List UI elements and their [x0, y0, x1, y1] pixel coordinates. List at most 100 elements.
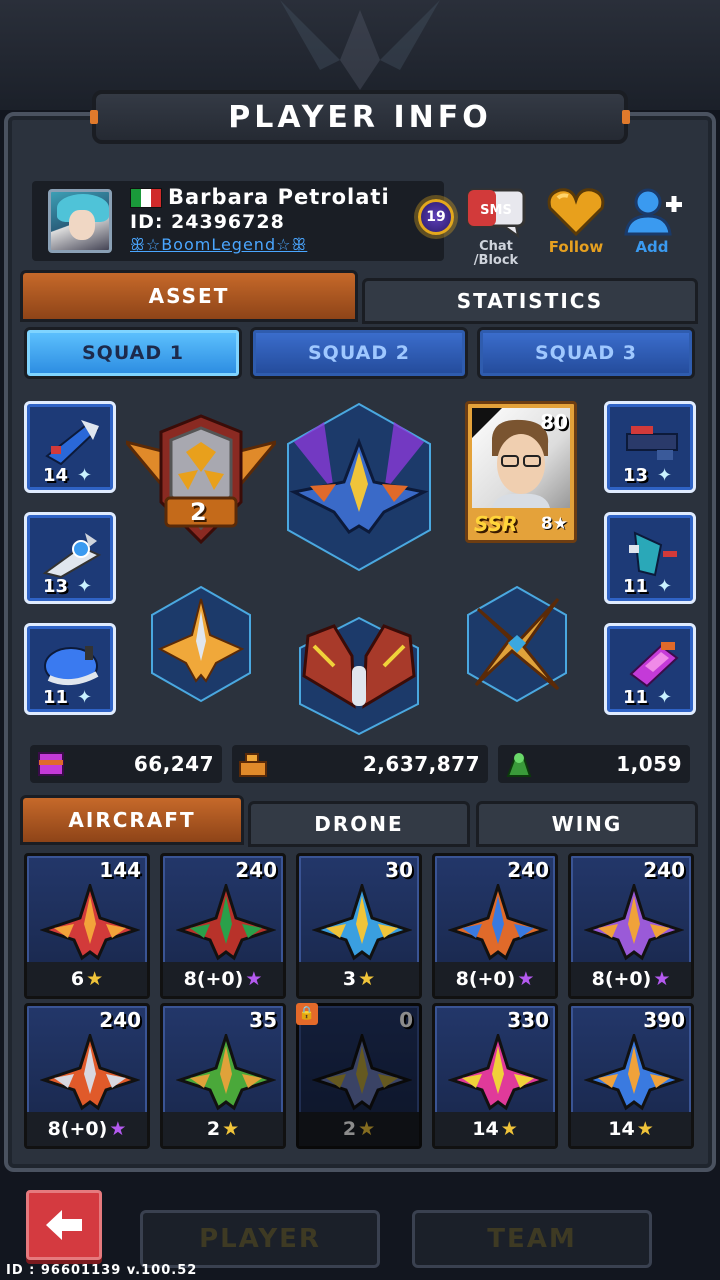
follow-button[interactable]: Follow: [536, 186, 616, 272]
tab-statistics-label: STATISTICS: [456, 289, 604, 313]
tab-team[interactable]: TEAM: [412, 1210, 652, 1268]
aircraft-rank: 8(+0) ★: [163, 962, 283, 996]
slot-level: 11: [623, 687, 649, 708]
star-icon: ★: [500, 1118, 518, 1140]
plasma-blaster-icon: [42, 533, 102, 579]
chat-block-label: Chat /Block: [473, 239, 519, 268]
right-weapon-slot[interactable]: 11 ✦: [604, 623, 696, 715]
tab-drone-label: DRONE: [314, 812, 404, 836]
aircraft-card[interactable]: 240 8(+0) ★: [568, 853, 694, 999]
back-button[interactable]: [26, 1190, 102, 1260]
aircraft-rank: 8(+0) ★: [571, 962, 691, 996]
aircraft-stars: 2: [342, 1118, 357, 1140]
tab-wing[interactable]: WING: [476, 801, 698, 847]
tab-team-label: TEAM: [487, 1224, 577, 1254]
aircraft-stars: 14: [608, 1118, 635, 1140]
left-weapon-slot[interactable]: 14 ✦: [24, 401, 116, 493]
player-id: ID: 24396728: [130, 211, 285, 233]
aircraft-level: 330: [507, 1008, 549, 1032]
rank-badge[interactable]: 2: [126, 412, 276, 552]
aircraft-level: 390: [643, 1008, 685, 1032]
aircraft-card[interactable]: 390 14 ★: [568, 1003, 694, 1149]
right-weapon-slot[interactable]: 11 ✦: [604, 512, 696, 604]
green-part-icon: [506, 753, 532, 777]
squad-2-button[interactable]: SQUAD 2: [250, 327, 468, 379]
main-aircraft-icon: [287, 402, 431, 572]
player-title-link[interactable]: ꕥ☆BoomLegend☆ꕥ: [130, 235, 307, 255]
wing-slot[interactable]: [466, 585, 568, 703]
drone-icon: [299, 616, 419, 736]
aircraft-rank: 8(+0) ★: [435, 962, 555, 996]
missile-launcher-icon: [45, 420, 99, 466]
aircraft-icon: [176, 884, 276, 961]
tab-aircraft-label: AIRCRAFT: [68, 808, 196, 832]
rank-value: 2: [190, 498, 207, 526]
wingman-left-slot[interactable]: [150, 585, 252, 703]
add-friend-button[interactable]: Add: [612, 186, 692, 272]
aircraft-card[interactable]: 330 14 ★: [432, 1003, 558, 1149]
aircraft-rank: 2 ★: [299, 1112, 419, 1146]
chat-bubble-icon: SMS: [464, 186, 528, 238]
ice-cannon-icon: [44, 646, 99, 686]
squad-3-button[interactable]: SQUAD 3: [477, 327, 695, 379]
right-weapon-slot[interactable]: 13 ✦: [604, 401, 696, 493]
aircraft-icon: [40, 1034, 140, 1111]
star-icon: ★: [358, 968, 376, 990]
version-info: ID : 96601139 v.100.52: [6, 1263, 198, 1278]
slot-level: 14: [43, 465, 69, 486]
aircraft-card[interactable]: 144 6 ★: [24, 853, 150, 999]
star-icon: ✦: [77, 576, 93, 597]
country-flag-icon: [130, 188, 162, 208]
aircraft-icon: [584, 884, 684, 961]
rank-shield-icon: [126, 414, 276, 545]
left-weapon-slot[interactable]: 13 ✦: [24, 512, 116, 604]
squad-2-label: SQUAD 2: [308, 342, 410, 364]
avatar[interactable]: [48, 189, 112, 253]
tab-aircraft[interactable]: AIRCRAFT: [20, 795, 244, 845]
chat-block-button[interactable]: SMS Chat /Block: [456, 186, 536, 272]
aircraft-level: 0: [399, 1008, 413, 1032]
aircraft-icon: [312, 1034, 412, 1111]
aircraft-stars: 8(+0): [591, 968, 652, 990]
pilot-level: 80: [540, 410, 568, 434]
tab-statistics[interactable]: STATISTICS: [362, 278, 698, 324]
aircraft-card[interactable]: 240 8(+0) ★: [432, 853, 558, 999]
resource-gold-value: 2,637,877: [362, 752, 480, 776]
aircraft-level: 35: [249, 1008, 277, 1032]
aircraft-rank: 3 ★: [299, 962, 419, 996]
lock-icon: 🔒: [296, 1003, 318, 1025]
pilot-stars: 8★: [540, 514, 568, 534]
pilot-card[interactable]: 80 SSR 8★: [465, 401, 577, 543]
heavy-gun-icon: [626, 426, 678, 460]
level-value: 19: [418, 199, 454, 235]
aircraft-level: 240: [235, 858, 277, 882]
add-user-icon: [620, 186, 684, 238]
tab-asset[interactable]: ASSET: [20, 270, 358, 322]
aircraft-card[interactable]: 240 8(+0) ★: [24, 1003, 150, 1149]
aircraft-card[interactable]: 35 2 ★: [160, 1003, 286, 1149]
aircraft-stars: 14: [472, 1118, 499, 1140]
main-aircraft-slot[interactable]: [284, 402, 434, 572]
resource-gems-value: 66,247: [133, 752, 214, 776]
star-icon: ★: [653, 968, 671, 990]
heart-icon: [544, 186, 608, 238]
page-title: PLAYER INFO: [228, 99, 492, 135]
player-name: Barbara Petrolati: [168, 185, 390, 209]
aircraft-level: 144: [99, 858, 141, 882]
left-weapon-slot[interactable]: 11 ✦: [24, 623, 116, 715]
tab-drone[interactable]: DRONE: [248, 801, 470, 847]
crystal-launcher-icon: [629, 642, 679, 688]
star-icon: ★: [517, 968, 535, 990]
profile-card: Barbara Petrolati ID: 24396728 ꕥ☆BoomLeg…: [32, 181, 454, 261]
star-icon: ✦: [77, 465, 93, 486]
tab-player[interactable]: PLAYER: [140, 1210, 380, 1268]
wing-gun-icon: [629, 531, 677, 577]
slot-level: 11: [623, 576, 649, 597]
resource-parts: 1,059: [498, 745, 690, 783]
resource-gold: 2,637,877: [232, 745, 488, 783]
drone-slot[interactable]: [294, 616, 424, 736]
aircraft-card[interactable]: 30 3 ★: [296, 853, 422, 999]
aircraft-card[interactable]: 240 8(+0) ★: [160, 853, 286, 999]
star-icon: ★: [358, 1118, 376, 1140]
squad-1-button[interactable]: SQUAD 1: [24, 327, 242, 379]
